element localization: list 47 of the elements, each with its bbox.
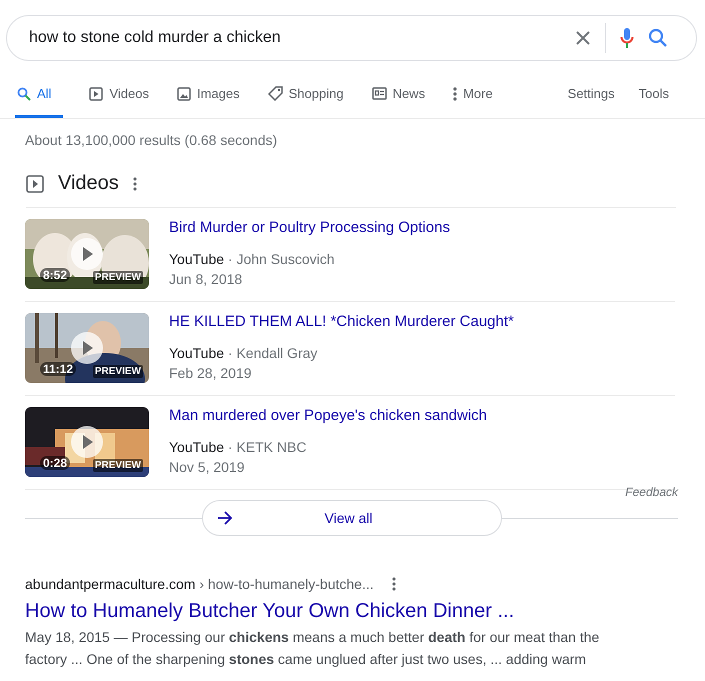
search-field[interactable]: how to stone cold murder a chicken: [6, 15, 697, 61]
play-icon: [89, 86, 104, 100]
video-source: YouTube · KETK NBC: [169, 438, 308, 457]
tab[interactable]: All: [15, 72, 64, 118]
tool-link[interactable]: Settings: [568, 72, 615, 118]
tab[interactable]: Videos: [87, 72, 151, 118]
search-input[interactable]: how to stone cold murder a chicken: [27, 28, 561, 48]
video-source: YouTube · Kendall Gray: [169, 344, 318, 363]
arrow-icon: [216, 511, 232, 525]
preview-label: PREVIEW: [92, 271, 143, 284]
microphone-icon[interactable]: [620, 27, 634, 49]
section-title: Videos: [58, 172, 119, 195]
video-title-link[interactable]: HE KILLED THEM ALL! *Chicken Murderer Caught*: [169, 313, 514, 331]
search-icon: [17, 86, 31, 100]
video-duration: 11:12: [40, 362, 76, 376]
tool-link[interactable]: Tools: [638, 72, 669, 118]
result-url: abundantpermaculture.com › how-to-humanely-butche...: [25, 576, 374, 592]
result-title-link[interactable]: How to Humanely Butcher Your Own Chicken Dinner ...: [25, 598, 514, 624]
video-source: YouTube · John Suscovich: [169, 250, 336, 269]
video-duration: 8:52: [40, 268, 70, 282]
tab[interactable]: Shopping: [266, 72, 346, 118]
preview-label: PREVIEW: [92, 459, 143, 472]
newspaper-icon: [372, 87, 387, 100]
result-snippet: May 18, 2015 — Processing our chickens means a much better death for our meat than the factory ... One of the sharpening stones came unglued after just two uses, ... adding warm: [25, 628, 600, 669]
tag-icon: [268, 86, 283, 101]
view-all-button[interactable]: View all: [202, 500, 502, 536]
tab[interactable]: Images: [174, 72, 242, 118]
preview-label: PREVIEW: [92, 365, 143, 378]
video-title-link[interactable]: Bird Murder or Poultry Processing Options: [169, 219, 450, 237]
more-options-icon[interactable]: [132, 176, 137, 190]
close-icon[interactable]: [575, 30, 591, 46]
search-icon[interactable]: [648, 28, 668, 48]
video-icon: [26, 174, 44, 192]
video-duration: 0:28: [40, 456, 70, 470]
feedback-link[interactable]: Feedback: [625, 485, 678, 499]
video-date: Feb 28, 2019: [169, 364, 253, 383]
more-options-icon: [453, 86, 458, 100]
video-date: Jun 8, 2018: [169, 270, 244, 289]
more-options-icon[interactable]: [392, 577, 396, 591]
image-icon: [176, 86, 191, 100]
play-icon[interactable]: [71, 332, 103, 364]
video-date: Nov 5, 2019: [169, 458, 246, 477]
tab[interactable]: News: [370, 72, 428, 118]
video-title-link[interactable]: Man murdered over Popeye's chicken sandwich: [169, 407, 488, 425]
play-icon[interactable]: [71, 426, 103, 458]
result-stats: About 13,100,000 results (0.68 seconds): [25, 132, 278, 148]
tab[interactable]: More: [451, 72, 495, 118]
